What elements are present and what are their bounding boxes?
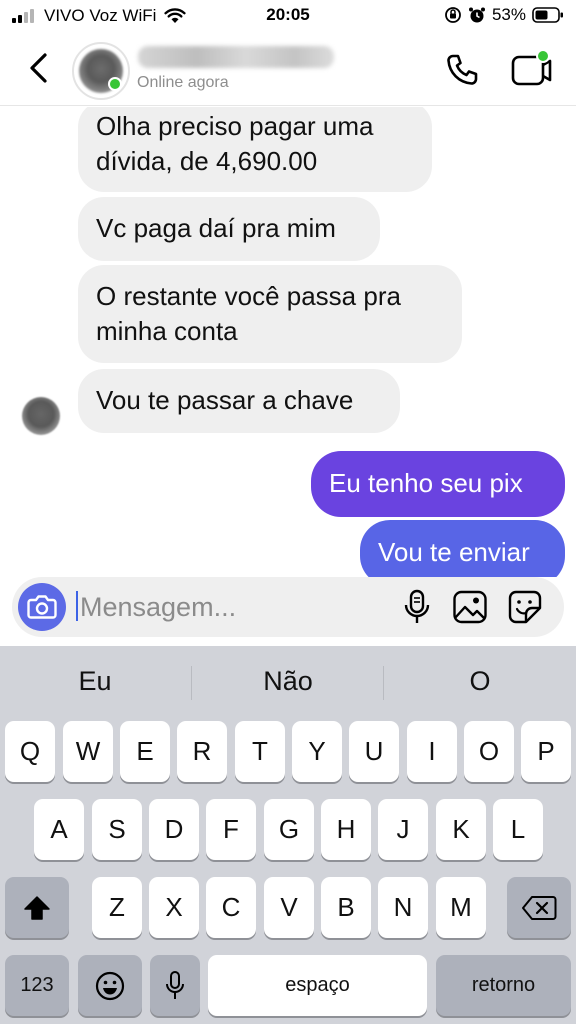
key-j[interactable]: J	[378, 799, 428, 860]
suggestion-item[interactable]: Eu	[0, 666, 190, 697]
message-composer	[12, 577, 564, 637]
message-text: Vou te passar a chave	[96, 385, 354, 415]
camera-icon	[27, 595, 57, 619]
chat-header: Online agora	[0, 32, 576, 106]
key-v[interactable]: V	[264, 877, 314, 938]
back-chevron-icon[interactable]	[24, 50, 54, 86]
keyboard: Eu Não O Q W E R T Y U I O P A S D F G H…	[0, 646, 576, 1024]
key-o[interactable]: O	[464, 721, 514, 782]
phone-icon[interactable]	[444, 52, 480, 88]
numbers-key[interactable]: 123	[5, 955, 69, 1016]
key-n[interactable]: N	[378, 877, 428, 938]
key-f[interactable]: F	[206, 799, 256, 860]
contact-avatar[interactable]	[72, 42, 130, 100]
message-bubble-incoming[interactable]: Vc paga daí pra mim	[78, 197, 380, 261]
suggestion-bar: Eu Não O	[0, 646, 576, 716]
message-input[interactable]	[80, 587, 380, 627]
emoji-key[interactable]	[78, 955, 142, 1016]
key-k[interactable]: K	[436, 799, 486, 860]
key-q[interactable]: Q	[5, 721, 55, 782]
message-text: Olha preciso pagar uma	[96, 111, 374, 141]
message-text: Vc paga daí pra mim	[96, 213, 336, 243]
shift-icon	[24, 895, 50, 920]
battery-icon	[532, 7, 563, 23]
shift-key[interactable]	[5, 877, 69, 938]
message-bubble-incoming[interactable]: O restante você passa pra minha conta	[78, 265, 462, 363]
key-x[interactable]: X	[149, 877, 199, 938]
key-d[interactable]: D	[149, 799, 199, 860]
dictation-icon	[166, 970, 184, 999]
suggestion-item[interactable]: Não	[193, 666, 383, 697]
dictation-key[interactable]	[150, 955, 200, 1016]
key-l[interactable]: L	[493, 799, 543, 860]
backspace-key[interactable]	[507, 877, 571, 938]
status-bar: VIVO Voz WiFi 20:05 53%	[0, 0, 576, 32]
key-g[interactable]: G	[264, 799, 314, 860]
message-text: Vou te enviar	[378, 537, 530, 567]
suggestion-item[interactable]: O	[385, 666, 575, 697]
contact-status: Online agora	[137, 74, 229, 91]
key-r[interactable]: R	[177, 721, 227, 782]
key-a[interactable]: A	[34, 799, 84, 860]
emoji-icon	[95, 971, 125, 1000]
message-bubble-outgoing[interactable]: Eu tenho seu pix	[311, 451, 565, 517]
message-text: dívida, de 4,690.00	[96, 146, 318, 176]
message-text: O restante você passa pra	[96, 281, 401, 311]
key-p[interactable]: P	[521, 721, 571, 782]
alarm-icon	[468, 7, 485, 23]
message-list[interactable]: Olha preciso pagar uma dívida, de 4,690.…	[0, 107, 576, 577]
gallery-icon[interactable]	[452, 588, 488, 626]
message-text: Eu tenho seu pix	[329, 468, 523, 498]
key-w[interactable]: W	[63, 721, 113, 782]
return-key[interactable]: retorno	[436, 955, 571, 1016]
key-s[interactable]: S	[92, 799, 142, 860]
text-caret	[76, 591, 78, 621]
key-e[interactable]: E	[120, 721, 170, 782]
message-text: minha conta	[96, 316, 238, 346]
suggestion-divider	[191, 666, 192, 700]
message-bubble-outgoing[interactable]: Vou te enviar	[360, 520, 565, 577]
online-indicator	[108, 77, 122, 91]
key-t[interactable]: T	[235, 721, 285, 782]
key-y[interactable]: Y	[292, 721, 342, 782]
orientation-lock-icon	[445, 7, 461, 23]
key-b[interactable]: B	[321, 877, 371, 938]
contact-name-blurred[interactable]	[138, 46, 334, 68]
suggestion-divider	[383, 666, 384, 700]
key-c[interactable]: C	[206, 877, 256, 938]
message-bubble-incoming[interactable]: Olha preciso pagar uma dívida, de 4,690.…	[78, 107, 432, 192]
key-m[interactable]: M	[436, 877, 486, 938]
status-right: 53%	[444, 5, 564, 25]
backspace-icon	[522, 895, 557, 920]
key-h[interactable]: H	[321, 799, 371, 860]
video-call-icon[interactable]	[510, 48, 552, 88]
sender-avatar[interactable]	[22, 397, 60, 435]
battery-percent: 53%	[491, 5, 526, 24]
camera-button[interactable]	[18, 583, 66, 631]
space-key[interactable]: espaço	[208, 955, 427, 1016]
sticker-icon[interactable]	[506, 588, 544, 626]
key-u[interactable]: U	[349, 721, 399, 782]
microphone-icon[interactable]	[400, 588, 434, 626]
key-i[interactable]: I	[407, 721, 457, 782]
message-bubble-incoming[interactable]: Vou te passar a chave	[78, 369, 400, 433]
key-z[interactable]: Z	[92, 877, 142, 938]
